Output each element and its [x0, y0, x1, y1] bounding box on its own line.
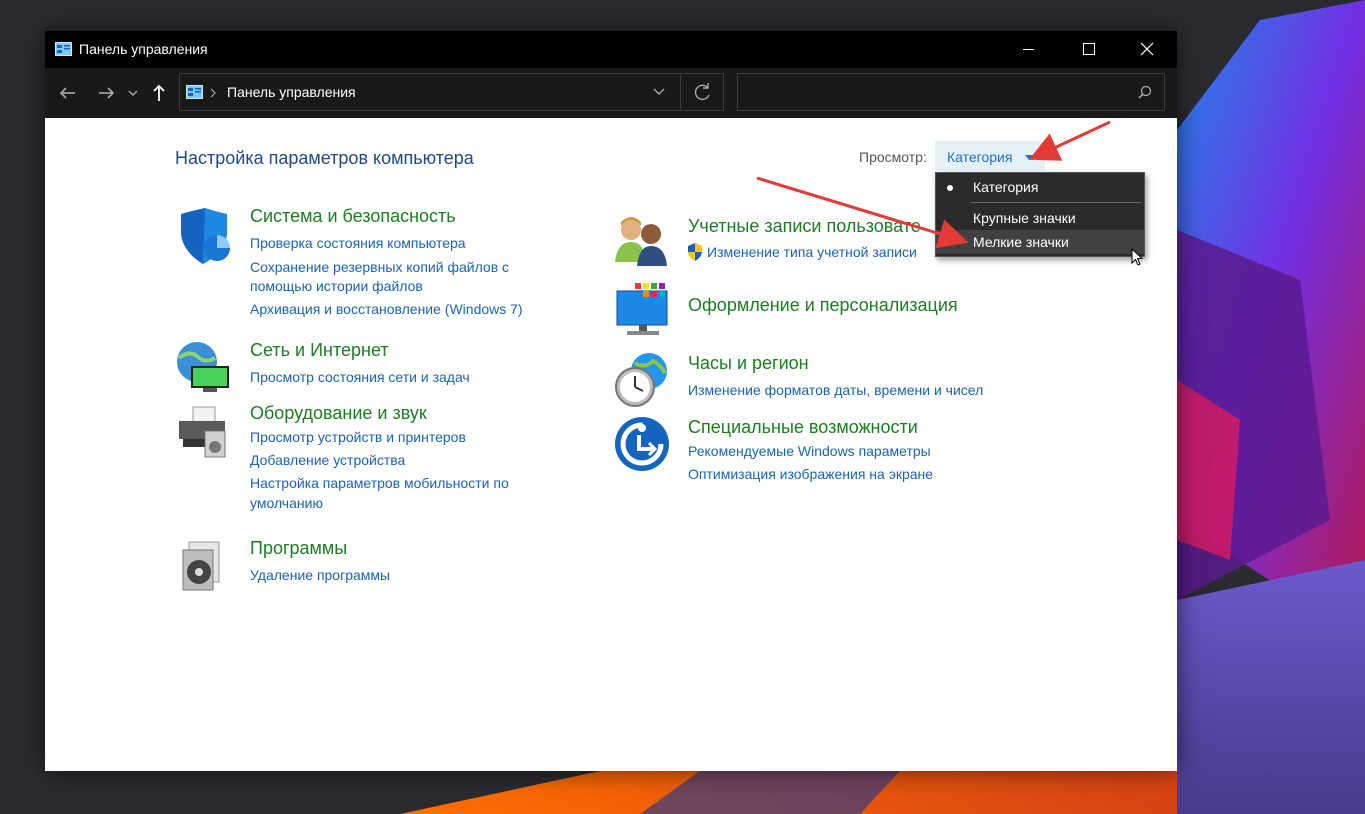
view-dropdown-menu: Категория Крупные значки Мелкие значки — [935, 172, 1145, 257]
link-file-history-cont[interactable]: помощью истории файлов — [250, 276, 423, 296]
category-title[interactable]: Оборудование и звук — [250, 403, 427, 424]
link-mobility-settings[interactable]: Настройка параметров мобильности по — [250, 473, 509, 493]
personalization-icon[interactable] — [613, 281, 671, 339]
menu-item-label: Мелкие значки — [973, 234, 1069, 250]
link-add-device[interactable]: Добавление устройства — [250, 450, 405, 470]
chevron-down-icon — [128, 90, 138, 96]
link-mobility-settings-cont[interactable]: умолчанию — [250, 493, 323, 513]
category-title[interactable]: Оформление и персонализация — [688, 295, 958, 316]
maximize-button[interactable] — [1065, 31, 1111, 68]
address-history-button[interactable] — [646, 80, 672, 104]
forward-button[interactable] — [93, 80, 119, 106]
recent-locations-button[interactable] — [125, 80, 141, 106]
menu-item-category[interactable]: Категория — [936, 175, 1144, 199]
arrow-left-icon — [59, 87, 75, 99]
menu-item-label: Крупные значки — [973, 210, 1076, 226]
refresh-icon — [694, 83, 710, 101]
category-title[interactable]: Система и безопасность — [250, 206, 456, 227]
search-input[interactable] — [744, 80, 1128, 106]
caret-down-icon — [1025, 155, 1033, 160]
category-title[interactable]: Программы — [250, 538, 347, 559]
link-network-status[interactable]: Просмотр состояния сети и задач — [250, 367, 470, 387]
address-bar[interactable]: Панель управления — [179, 73, 724, 111]
arrow-up-icon — [153, 84, 165, 101]
title-bar: Панель управления — [45, 31, 1177, 68]
ease-of-access-icon[interactable] — [613, 415, 671, 473]
category-title[interactable]: Часы и регион — [688, 353, 809, 374]
close-button[interactable] — [1124, 31, 1170, 68]
menu-item-label: Категория — [973, 179, 1039, 195]
content-area: Настройка параметров компьютера Просмотр… — [45, 118, 1177, 771]
back-button[interactable] — [55, 80, 81, 106]
network-globe-icon[interactable] — [175, 340, 233, 398]
link-date-time-formats[interactable]: Изменение форматов даты, времени и чисел — [688, 380, 983, 400]
view-label: Просмотр: — [859, 149, 927, 165]
programs-icon[interactable] — [175, 536, 233, 594]
address-breadcrumb[interactable]: Панель управления — [227, 84, 356, 100]
minimize-icon — [1023, 49, 1034, 50]
category-title[interactable]: Специальные возможности — [688, 417, 918, 438]
address-divider — [680, 75, 681, 109]
search-icon — [1138, 85, 1152, 99]
link-uninstall-program[interactable]: Удаление программы — [250, 565, 390, 585]
search-box[interactable] — [737, 73, 1165, 111]
view-dropdown-value[interactable]: Категория — [947, 149, 1012, 165]
chevron-down-icon — [653, 88, 665, 95]
link-change-account-type[interactable]: Изменение типа учетной записи — [707, 242, 917, 262]
window-title: Панель управления — [79, 41, 208, 57]
close-icon — [1140, 42, 1154, 56]
link-devices-printers[interactable]: Просмотр устройств и принтеров — [250, 427, 466, 447]
link-check-status[interactable]: Проверка состояния компьютера — [250, 233, 466, 253]
clock-globe-icon[interactable] — [613, 351, 671, 409]
mouse-cursor-icon — [1131, 248, 1144, 266]
menu-item-small-icons[interactable]: Мелкие значки — [936, 230, 1144, 254]
navigation-bar: Панель управления — [45, 68, 1177, 118]
arrow-right-icon — [99, 87, 115, 99]
link-recommended-settings[interactable]: Рекомендуемые Windows параметры — [688, 441, 931, 461]
maximize-icon — [1083, 43, 1095, 55]
link-backup-restore[interactable]: Архивация и восстановление (Windows 7) — [250, 299, 523, 319]
menu-item-large-icons[interactable]: Крупные значки — [936, 206, 1144, 230]
category-title[interactable]: Учетные записи пользовате — [688, 216, 921, 237]
chevron-right-icon — [210, 88, 216, 98]
page-title: Настройка параметров компьютера — [175, 148, 474, 168]
control-panel-window: Панель управления Панель управления Наст… — [45, 31, 1177, 771]
printer-icon[interactable] — [175, 403, 233, 461]
uac-shield-icon — [688, 243, 702, 261]
control-panel-icon — [186, 85, 203, 99]
users-icon[interactable] — [613, 212, 671, 270]
bullet-icon — [947, 185, 953, 191]
view-dropdown[interactable]: Категория — [935, 141, 1045, 171]
minimize-button[interactable] — [1005, 31, 1051, 68]
category-title[interactable]: Сеть и Интернет — [250, 340, 389, 361]
refresh-button[interactable] — [688, 80, 718, 104]
link-optimize-display[interactable]: Оптимизация изображения на экране — [688, 464, 933, 484]
link-file-history[interactable]: Сохранение резервных копий файлов с — [250, 257, 509, 277]
shield-icon[interactable] — [175, 208, 233, 266]
control-panel-icon — [55, 42, 72, 56]
up-button[interactable] — [149, 80, 169, 106]
menu-separator — [970, 202, 1142, 203]
